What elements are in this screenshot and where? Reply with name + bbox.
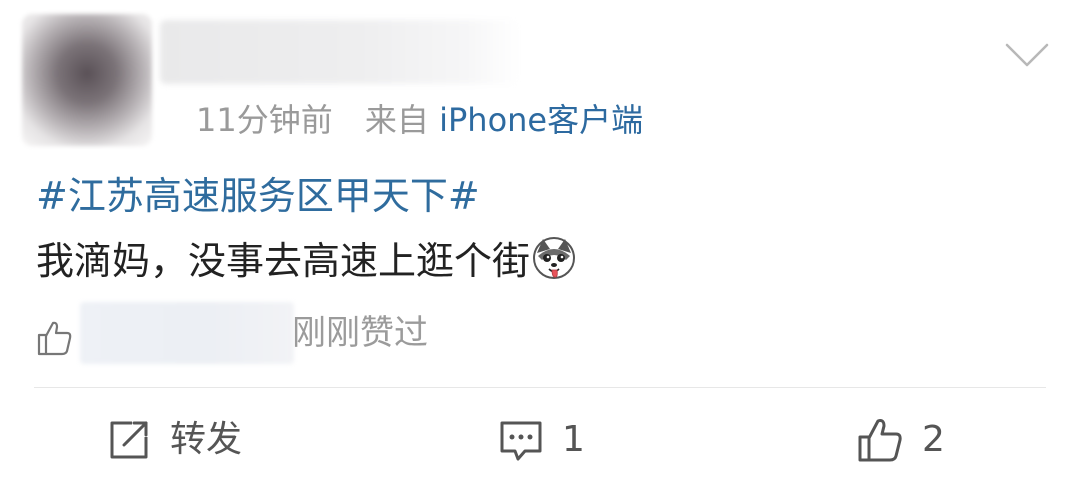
source-prefix: 来自 [364, 101, 429, 139]
chevron-down-icon[interactable] [1004, 40, 1050, 70]
comment-button[interactable]: 1 [498, 414, 585, 466]
thumbs-up-icon [858, 419, 902, 462]
like-count: 2 [922, 419, 945, 460]
liker-names-redacted[interactable] [80, 302, 294, 364]
comment-bubble-icon [500, 421, 542, 461]
source-client[interactable]: iPhone客户端 [439, 101, 643, 139]
topic-hashtag[interactable]: #江苏高速服务区甲天下# [36, 172, 480, 220]
husky-emoji-icon [532, 236, 576, 280]
share-out-icon [110, 421, 148, 459]
username-redacted[interactable] [160, 20, 520, 84]
post-time: 11分钟前 [196, 101, 333, 139]
post-meta: 11分钟前 来自 iPhone客户端 [196, 100, 643, 140]
divider [34, 387, 1046, 388]
liked-status-text: 刚刚赞过 [292, 313, 428, 353]
post-text-row: 我滴妈，没事去高速上逛个街 [36, 236, 576, 286]
repost-label: 转发 [170, 419, 243, 460]
thumbs-up-icon [34, 318, 74, 358]
weibo-post-card: 11分钟前 来自 iPhone客户端 #江苏高速服务区甲天下# 我滴妈，没事去高… [0, 0, 1080, 480]
like-button[interactable]: 2 [856, 414, 945, 466]
avatar[interactable] [22, 14, 152, 146]
repost-button[interactable]: 转发 [106, 414, 242, 466]
post-text: 我滴妈，没事去高速上逛个街 [36, 239, 531, 283]
comment-count: 1 [562, 419, 585, 460]
